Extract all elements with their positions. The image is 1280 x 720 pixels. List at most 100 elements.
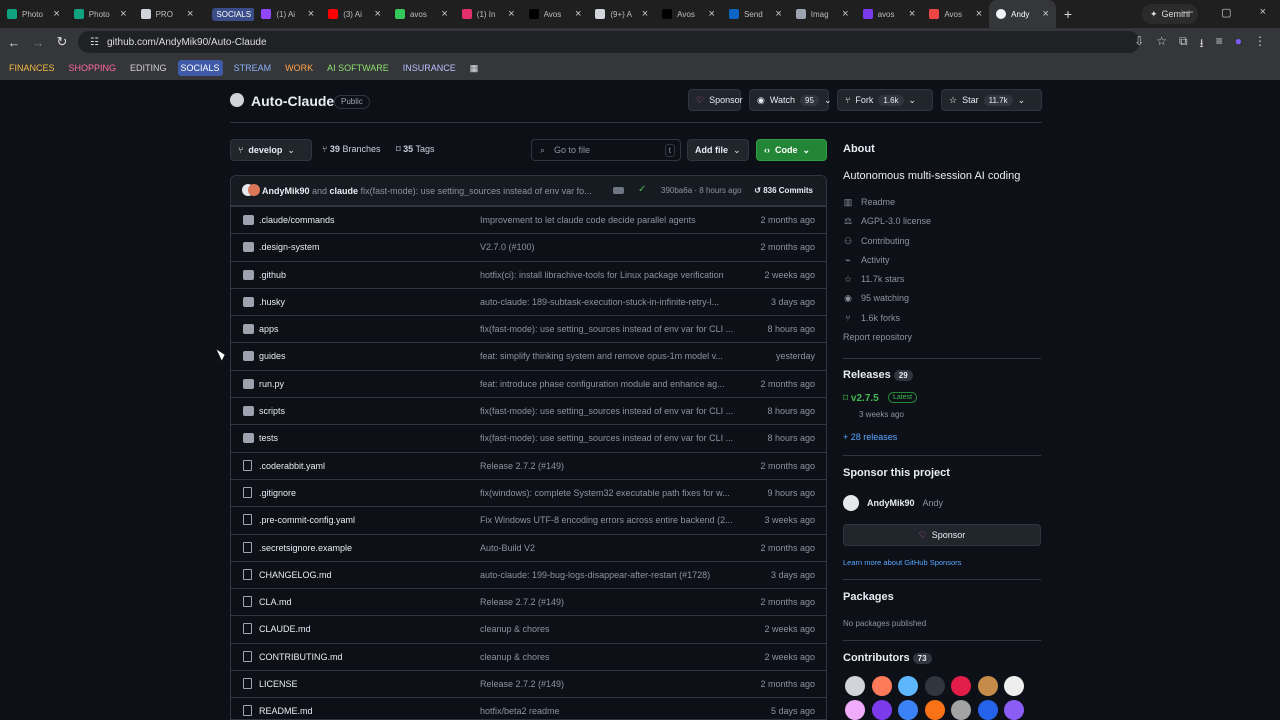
tags-link[interactable]: ⌑ 35 Tags [396, 144, 435, 155]
file-name[interactable]: CONTRIBUTING.md [259, 652, 343, 662]
close-icon[interactable]: × [909, 8, 915, 20]
file-name[interactable]: CLAUDE.md [259, 624, 311, 634]
file-name[interactable]: .secretsignore.example [259, 543, 352, 553]
file-commit-message[interactable]: Release 2.7.2 (#149) [480, 461, 738, 471]
contributor-avatar[interactable] [978, 700, 998, 720]
contributor-avatar[interactable] [925, 700, 945, 720]
bookmark-ai-software[interactable]: AI SOFTWARE [324, 60, 392, 76]
close-icon[interactable]: × [976, 8, 982, 20]
contributor-avatar[interactable] [872, 700, 892, 720]
file-row[interactable]: README.md hotfix/beta2 readme 5 days ago [231, 697, 826, 719]
file-name[interactable]: CHANGELOG.md [259, 570, 332, 580]
repository-name[interactable]: Auto-Claude [251, 93, 334, 109]
branch-selector[interactable]: ⑂ develop ⌄ [230, 139, 312, 161]
browser-tab[interactable]: avos × [388, 0, 455, 28]
browser-tab[interactable]: Avos × [655, 0, 722, 28]
file-commit-message[interactable]: hotfix/beta2 readme [480, 706, 738, 716]
commit-message[interactable]: fix(fast-mode): use setting_sources inst… [361, 186, 592, 196]
file-row[interactable]: LICENSE Release 2.7.2 (#149) 2 months ago [231, 670, 826, 697]
file-commit-message[interactable]: Release 2.7.2 (#149) [480, 679, 738, 689]
file-commit-message[interactable]: Release 2.7.2 (#149) [480, 597, 738, 607]
file-commit-message[interactable]: feat: simplify thinking system and remov… [480, 351, 738, 361]
watch-button[interactable]: ◉ Watch 95 ⌄ [749, 89, 831, 111]
owner-avatar[interactable] [230, 93, 244, 107]
file-row[interactable]: CLA.md Release 2.7.2 (#149) 2 months ago [231, 588, 826, 615]
file-row[interactable]: CONTRIBUTING.md cleanup & chores 2 weeks a… [231, 642, 826, 670]
branches-link[interactable]: ⑂ 39 Branches [322, 144, 380, 154]
browser-tab[interactable]: Photo × [67, 0, 134, 28]
file-commit-message[interactable]: feat: introduce phase configuration modu… [480, 379, 738, 389]
download-icon[interactable]: ⭳ [1200, 34, 1204, 55]
file-row[interactable]: CLAUDE.md cleanup & chores 2 weeks ago [231, 615, 826, 642]
new-tab-button[interactable]: + [1056, 6, 1080, 22]
browser-tab[interactable]: (3) Ai × [321, 0, 388, 28]
file-name[interactable]: .github [259, 270, 286, 280]
more-releases-link[interactable]: + 28 releases [843, 429, 897, 445]
fork-button[interactable]: ⑂ Fork 1.6k ⌄ [837, 89, 933, 111]
close-icon[interactable]: × [575, 8, 581, 20]
latest-release-link[interactable]: ⌑ v2.7.5 [843, 393, 879, 404]
file-name[interactable]: tests [259, 433, 278, 443]
close-icon[interactable]: × [508, 8, 514, 20]
file-commit-message[interactable]: auto-claude: 199-bug-logs-disappear-afte… [480, 570, 738, 580]
bookmark-insurance[interactable]: INSURANCE [400, 60, 459, 76]
file-commit-message[interactable]: auto-claude: 189-subtask-execution-stuck… [480, 297, 738, 307]
contributing-link[interactable]: ⚇ Contributing [843, 233, 910, 249]
file-row[interactable]: .husky auto-claude: 189-subtask-execution… [231, 287, 826, 315]
file-row[interactable]: apps fix(fast-mode): use setting_sources … [231, 315, 826, 342]
file-name[interactable]: .design-system [259, 242, 320, 252]
file-name[interactable]: .husky [259, 297, 285, 307]
contributor-avatar[interactable] [845, 700, 865, 720]
file-name[interactable]: scripts [259, 406, 285, 416]
close-icon[interactable]: × [441, 8, 447, 20]
file-row[interactable]: .pre-commit-config.yaml Fix Windows UTF-8… [231, 506, 826, 533]
minimize-icon[interactable]: — [1182, 6, 1193, 19]
file-name[interactable]: .gitignore [259, 488, 296, 498]
close-icon[interactable]: × [375, 8, 381, 20]
contributor-avatar[interactable] [951, 676, 971, 696]
sponsor-user[interactable]: AndyMik90 Andy [843, 495, 943, 511]
sponsor-project-button[interactable]: ♡ Sponsor [843, 524, 1041, 546]
stars-link[interactable]: ☆ 11.7k stars [843, 271, 904, 287]
file-commit-message[interactable]: Improvement to let claude code decide pa… [480, 215, 738, 225]
file-commit-message[interactable]: cleanup & chores [480, 624, 738, 634]
file-name[interactable]: CLA.md [259, 597, 292, 607]
file-name[interactable]: LICENSE [259, 679, 298, 689]
close-icon[interactable]: × [308, 8, 314, 20]
file-commit-message[interactable]: fix(fast-mode): use setting_sources inst… [480, 324, 738, 334]
browser-tab[interactable]: (9+) A × [588, 0, 655, 28]
contributor-avatar[interactable] [1004, 700, 1024, 720]
profile-avatar[interactable]: ● [1235, 34, 1242, 55]
file-name[interactable]: .coderabbit.yaml [259, 461, 325, 471]
star-icon[interactable]: ☆ [1156, 34, 1167, 55]
apps-grid-icon[interactable]: ▦ [467, 60, 482, 76]
browser-tab[interactable]: Avos × [922, 0, 989, 28]
menu-icon[interactable]: ⋮ [1254, 34, 1266, 55]
file-row[interactable]: .gitignore fix(windows): complete System3… [231, 478, 826, 506]
bookmark-shopping[interactable]: SHOPPING [66, 60, 120, 76]
browser-tab[interactable]: Send × [722, 0, 789, 28]
back-icon[interactable]: ← [2, 35, 26, 50]
contributor-avatar[interactable] [872, 676, 892, 696]
commit-coauthor[interactable]: claude [330, 186, 359, 196]
report-repository-link[interactable]: Report repository [843, 329, 912, 345]
file-commit-message[interactable]: hotfix(ci): install librachive-tools for… [480, 270, 738, 280]
file-commit-message[interactable]: fix(fast-mode): use setting_sources inst… [480, 406, 738, 416]
commit-history-link[interactable]: ↺ 836 Commits [754, 186, 813, 195]
close-icon[interactable]: × [120, 8, 126, 20]
github-sponsors-link[interactable]: Learn more about GitHub Sponsors [843, 554, 961, 570]
close-icon[interactable]: × [709, 8, 715, 20]
forks-link[interactable]: ⑂ 1.6k forks [843, 310, 900, 326]
file-commit-message[interactable]: fix(fast-mode): use setting_sources inst… [480, 433, 738, 443]
file-name[interactable]: run.py [259, 379, 284, 389]
close-icon[interactable]: × [642, 8, 648, 20]
close-icon[interactable]: × [187, 8, 193, 20]
file-row[interactable]: .github hotfix(ci): install librachive-to… [231, 260, 826, 288]
contributor-avatar[interactable] [1004, 676, 1024, 696]
contributor-avatar[interactable] [898, 700, 918, 720]
add-file-button[interactable]: Add file ⌄ [687, 139, 749, 161]
file-row[interactable]: CHANGELOG.md auto-claude: 199-bug-logs-di… [231, 560, 826, 588]
expand-commit-icon[interactable] [613, 187, 624, 194]
license-link[interactable]: ⚖ AGPL-3.0 license [843, 213, 931, 229]
file-name[interactable]: apps [259, 324, 279, 334]
